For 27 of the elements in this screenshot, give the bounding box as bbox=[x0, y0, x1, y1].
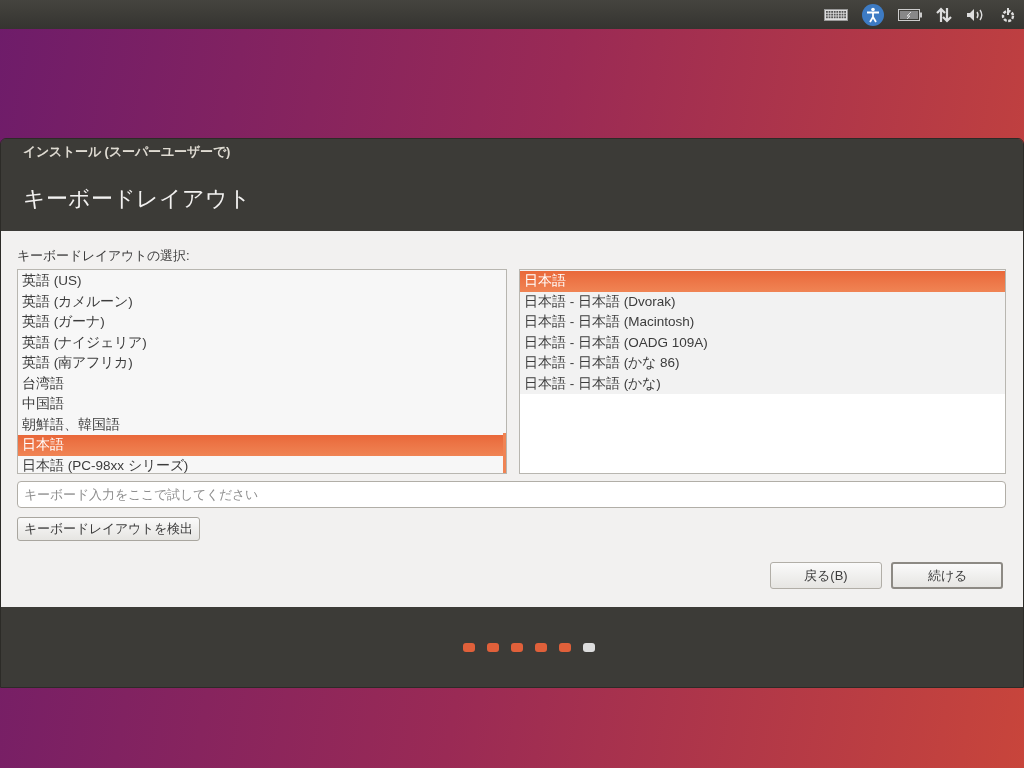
list-item[interactable]: 日本語 - 日本語 (Dvorak) bbox=[520, 291, 1005, 312]
window-title: インストール (スーパーユーザーで) bbox=[23, 143, 232, 161]
continue-button[interactable]: 続ける bbox=[891, 561, 1003, 589]
list-item[interactable]: 日本語 - 日本語 (OADG 109A) bbox=[520, 332, 1005, 353]
accessibility-icon[interactable] bbox=[862, 3, 884, 26]
list-item[interactable]: 日本語 (PC-98xx シリーズ) bbox=[18, 455, 503, 473]
list-item[interactable]: 英語 (ナイジェリア) bbox=[18, 332, 503, 353]
list-item[interactable]: 中国語 bbox=[18, 394, 503, 415]
list-item[interactable]: 英語 (ガーナ) bbox=[18, 312, 503, 333]
list-item[interactable]: 英語 (南アフリカ) bbox=[18, 353, 503, 374]
list-item[interactable]: 朝鮮語、韓国語 bbox=[18, 414, 503, 435]
battery-icon[interactable] bbox=[898, 8, 922, 21]
scrollbar[interactable] bbox=[503, 433, 506, 473]
power-gear-icon[interactable] bbox=[1000, 6, 1016, 23]
list-item[interactable]: 日本語 - 日本語 (Macintosh) bbox=[520, 312, 1005, 333]
keyboard-icon[interactable] bbox=[824, 8, 848, 21]
list-item[interactable]: 台湾語 bbox=[18, 373, 503, 394]
detect-layout-button[interactable]: キーボードレイアウトを検出 bbox=[17, 516, 200, 541]
list-item[interactable]: 日本語 - 日本語 (かな) bbox=[520, 373, 1005, 394]
network-arrows-icon[interactable] bbox=[936, 6, 952, 23]
page-heading: キーボードレイアウト bbox=[23, 185, 252, 213]
list-item[interactable]: 英語 (カメルーン) bbox=[18, 291, 503, 312]
prompt-label: キーボードレイアウトの選択: bbox=[17, 247, 191, 265]
test-input-field[interactable]: キーボード入力をここで試してください bbox=[17, 481, 1006, 508]
list-item[interactable]: 日本語 - 日本語 (かな 86) bbox=[520, 353, 1005, 374]
list-item[interactable]: 英語 (US) bbox=[18, 271, 503, 292]
back-button[interactable]: 戻る(B) bbox=[770, 561, 882, 589]
